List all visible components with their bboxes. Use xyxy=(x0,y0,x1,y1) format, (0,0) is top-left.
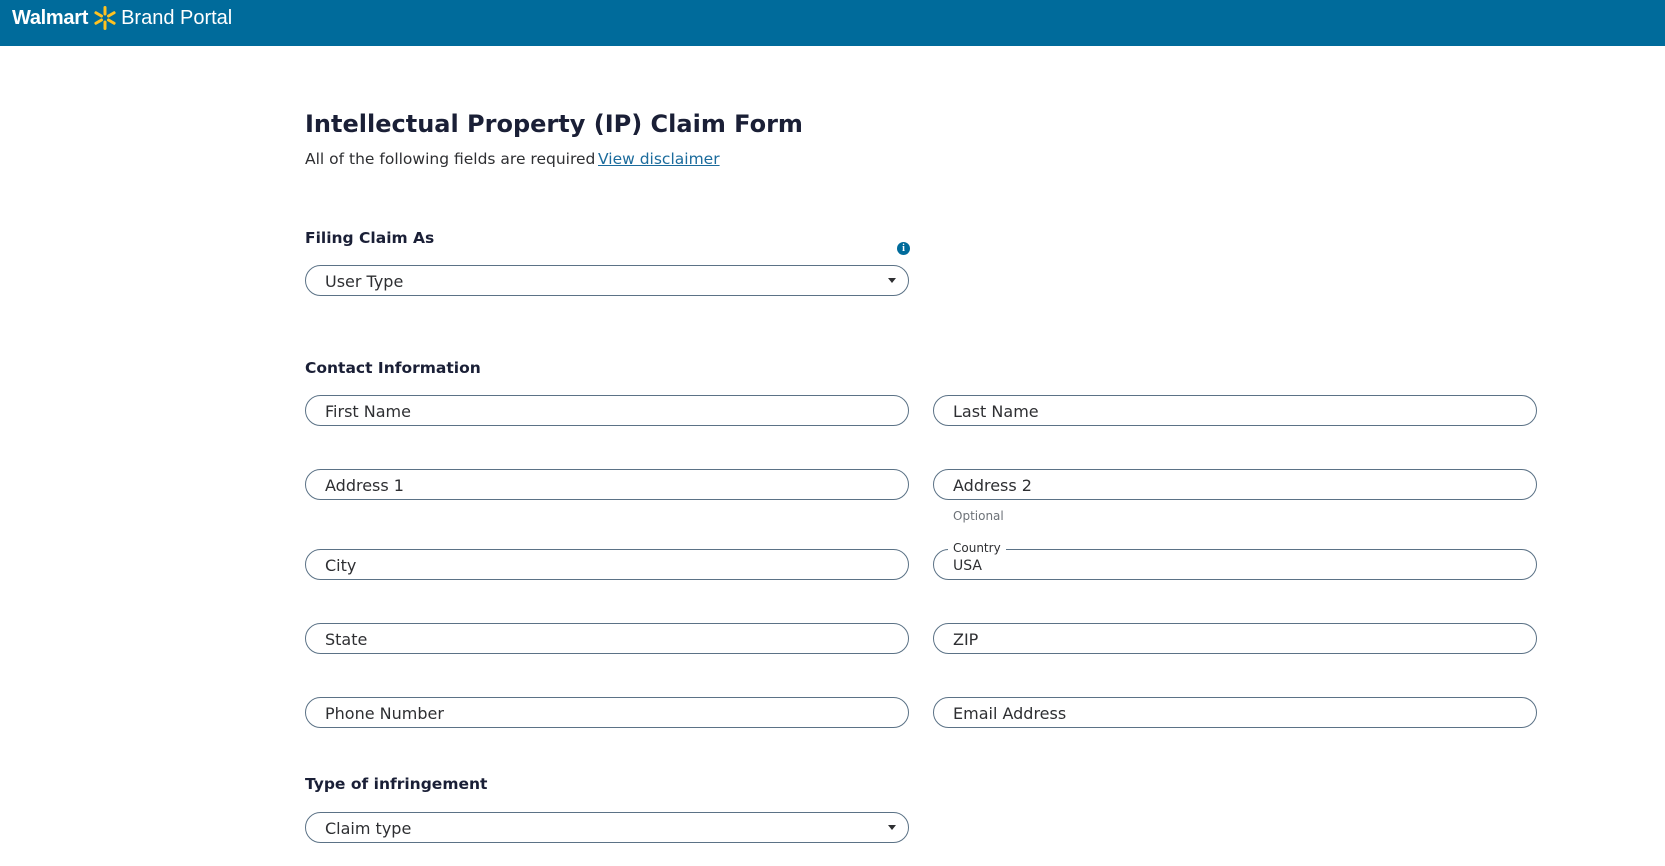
last-name-field[interactable]: Last Name xyxy=(933,395,1537,426)
email-address-placeholder: Email Address xyxy=(953,704,1067,723)
chevron-down-icon xyxy=(888,825,896,830)
claim-type-placeholder: Claim type xyxy=(325,819,412,838)
chevron-down-icon xyxy=(888,278,896,283)
filing-claim-heading: Filing Claim As xyxy=(305,229,435,247)
walmart-wordmark: Walmart xyxy=(12,6,89,29)
address-1-placeholder: Address 1 xyxy=(325,476,404,495)
page-title: Intellectual Property (IP) Claim Form xyxy=(305,110,803,138)
zip-placeholder: ZIP xyxy=(953,630,979,649)
first-name-placeholder: First Name xyxy=(325,402,411,421)
address-2-field[interactable]: Address 2 xyxy=(933,469,1537,500)
view-disclaimer-link[interactable]: View disclaimer xyxy=(598,150,720,168)
phone-number-field[interactable]: Phone Number xyxy=(305,697,909,728)
city-field[interactable]: City xyxy=(305,549,909,580)
user-type-select[interactable]: User Type xyxy=(305,265,909,296)
required-fields-note: All of the following fields are required xyxy=(305,150,596,168)
country-value: USA xyxy=(953,558,982,574)
country-field[interactable]: Country USA xyxy=(933,541,1537,580)
email-address-field[interactable]: Email Address xyxy=(933,697,1537,728)
country-label: Country xyxy=(948,541,1006,555)
walmart-brand-portal-logo[interactable]: Walmart Brand Portal xyxy=(12,3,232,33)
top-header-bar: Walmart Brand Portal xyxy=(0,0,1665,46)
city-placeholder: City xyxy=(325,556,357,575)
state-field[interactable]: State xyxy=(305,623,909,654)
brand-portal-label: Brand Portal xyxy=(121,6,233,29)
state-placeholder: State xyxy=(325,630,368,649)
contact-information-heading: Contact Information xyxy=(305,359,481,377)
first-name-field[interactable]: First Name xyxy=(305,395,909,426)
info-icon[interactable]: i xyxy=(897,242,910,255)
address-1-field[interactable]: Address 1 xyxy=(305,469,909,500)
last-name-placeholder: Last Name xyxy=(953,402,1039,421)
claim-type-select[interactable]: Claim type xyxy=(305,812,909,843)
walmart-spark-icon xyxy=(94,6,116,30)
type-of-infringement-heading: Type of infringement xyxy=(305,775,488,793)
address-2-placeholder: Address 2 xyxy=(953,476,1032,495)
zip-field[interactable]: ZIP xyxy=(933,623,1537,654)
address-2-optional-helper: Optional xyxy=(953,509,1004,523)
phone-number-placeholder: Phone Number xyxy=(325,704,444,723)
user-type-placeholder: User Type xyxy=(325,272,404,291)
